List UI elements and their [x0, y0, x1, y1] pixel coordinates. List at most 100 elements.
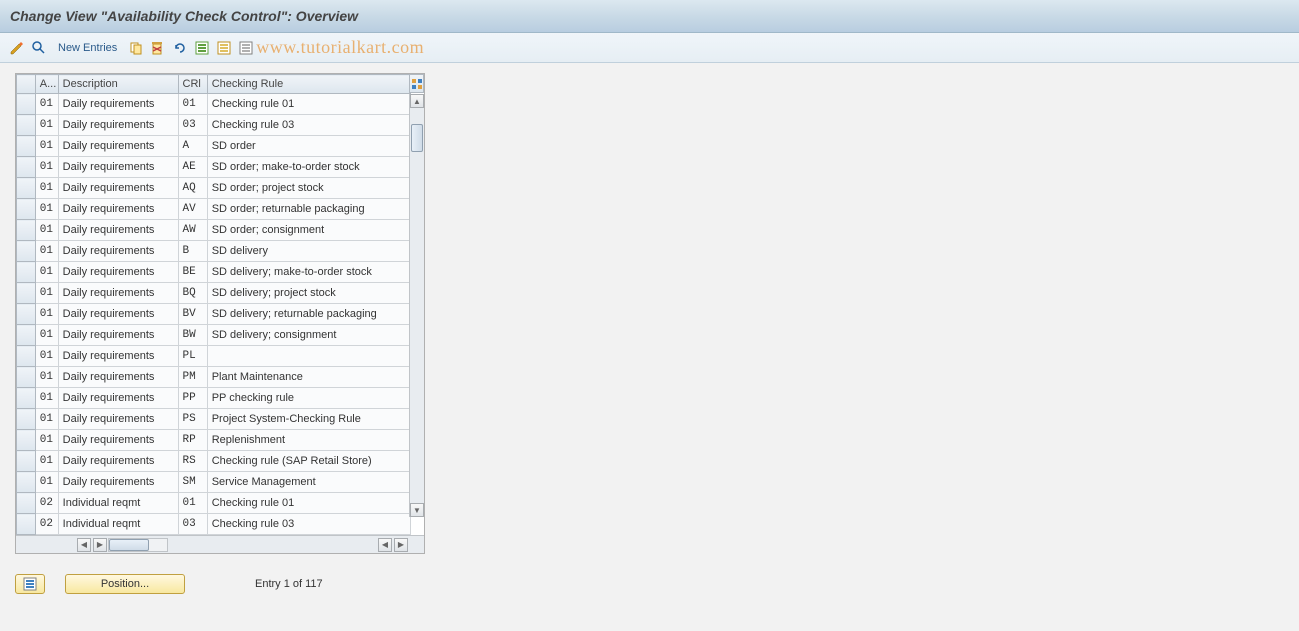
cell-a[interactable]: 01 — [35, 262, 58, 283]
cell-checking-rule[interactable]: SD order; consignment — [207, 220, 410, 241]
cell-description[interactable]: Daily requirements — [58, 115, 178, 136]
cell-description[interactable]: Daily requirements — [58, 94, 178, 115]
cell-crl[interactable]: 01 — [178, 94, 207, 115]
row-selector[interactable] — [17, 325, 36, 346]
cell-checking-rule[interactable]: SD delivery — [207, 241, 410, 262]
new-entries-button[interactable]: New Entries — [52, 42, 123, 54]
cell-checking-rule[interactable] — [207, 346, 410, 367]
cell-crl[interactable]: 03 — [178, 514, 207, 535]
cell-checking-rule[interactable]: SD order; project stock — [207, 178, 410, 199]
cell-crl[interactable]: BQ — [178, 283, 207, 304]
cell-a[interactable]: 02 — [35, 493, 58, 514]
cell-crl[interactable]: 03 — [178, 115, 207, 136]
column-header-description[interactable]: Description — [58, 75, 178, 94]
cell-a[interactable]: 01 — [35, 388, 58, 409]
cell-checking-rule[interactable]: PP checking rule — [207, 388, 410, 409]
cell-a[interactable]: 01 — [35, 178, 58, 199]
row-selector[interactable] — [17, 115, 36, 136]
cell-checking-rule[interactable]: SD delivery; make-to-order stock — [207, 262, 410, 283]
table-row[interactable]: 01Daily requirementsBWSD delivery; consi… — [17, 325, 411, 346]
cell-a[interactable]: 01 — [35, 199, 58, 220]
cell-crl[interactable]: BE — [178, 262, 207, 283]
cell-a[interactable]: 01 — [35, 136, 58, 157]
cell-description[interactable]: Individual reqmt — [58, 514, 178, 535]
cell-checking-rule[interactable]: Checking rule 03 — [207, 514, 410, 535]
cell-checking-rule[interactable]: Checking rule 01 — [207, 493, 410, 514]
table-settings-icon[interactable] — [409, 74, 424, 93]
select-block-icon[interactable] — [215, 39, 233, 57]
row-selector[interactable] — [17, 241, 36, 262]
cell-checking-rule[interactable]: SD delivery; project stock — [207, 283, 410, 304]
table-row[interactable]: 01Daily requirementsBQSD delivery; proje… — [17, 283, 411, 304]
cell-crl[interactable]: RS — [178, 451, 207, 472]
cell-checking-rule[interactable]: SD order — [207, 136, 410, 157]
row-selector[interactable] — [17, 346, 36, 367]
cell-a[interactable]: 01 — [35, 241, 58, 262]
cell-a[interactable]: 01 — [35, 451, 58, 472]
row-selector[interactable] — [17, 304, 36, 325]
cell-description[interactable]: Daily requirements — [58, 178, 178, 199]
cell-crl[interactable]: PP — [178, 388, 207, 409]
scroll-down-button[interactable]: ▼ — [410, 503, 424, 517]
details-icon[interactable] — [30, 39, 48, 57]
cell-description[interactable]: Daily requirements — [58, 283, 178, 304]
cell-a[interactable]: 02 — [35, 514, 58, 535]
row-selector[interactable] — [17, 220, 36, 241]
cell-description[interactable]: Individual reqmt — [58, 493, 178, 514]
table-row[interactable]: 01Daily requirementsPSProject System-Che… — [17, 409, 411, 430]
row-selector[interactable] — [17, 451, 36, 472]
column-header-crl[interactable]: CRl — [178, 75, 207, 94]
cell-description[interactable]: Daily requirements — [58, 220, 178, 241]
hscroll-track[interactable] — [108, 538, 168, 552]
hscroll-thumb[interactable] — [109, 539, 149, 551]
cell-crl[interactable]: 01 — [178, 493, 207, 514]
cell-description[interactable]: Daily requirements — [58, 451, 178, 472]
cell-description[interactable]: Daily requirements — [58, 157, 178, 178]
cell-description[interactable]: Daily requirements — [58, 262, 178, 283]
table-row[interactable]: 01Daily requirementsAESD order; make-to-… — [17, 157, 411, 178]
cell-a[interactable]: 01 — [35, 472, 58, 493]
cell-crl[interactable]: PS — [178, 409, 207, 430]
toggle-display-change-icon[interactable] — [8, 39, 26, 57]
cell-crl[interactable]: A — [178, 136, 207, 157]
table-row[interactable]: 01Daily requirementsPL — [17, 346, 411, 367]
cell-a[interactable]: 01 — [35, 283, 58, 304]
cell-crl[interactable]: SM — [178, 472, 207, 493]
select-all-icon[interactable] — [193, 39, 211, 57]
cell-crl[interactable]: BV — [178, 304, 207, 325]
table-row[interactable]: 01Daily requirementsRPReplenishment — [17, 430, 411, 451]
deselect-all-icon[interactable] — [237, 39, 255, 57]
cell-checking-rule[interactable]: Plant Maintenance — [207, 367, 410, 388]
scroll-thumb[interactable] — [411, 124, 423, 152]
cell-description[interactable]: Daily requirements — [58, 136, 178, 157]
cell-a[interactable]: 01 — [35, 220, 58, 241]
cell-description[interactable]: Daily requirements — [58, 241, 178, 262]
cell-crl[interactable]: RP — [178, 430, 207, 451]
column-header-a[interactable]: A... — [35, 75, 58, 94]
table-row[interactable]: 01Daily requirementsBSD delivery — [17, 241, 411, 262]
row-selector[interactable] — [17, 94, 36, 115]
cell-a[interactable]: 01 — [35, 346, 58, 367]
delete-icon[interactable] — [149, 39, 167, 57]
table-row[interactable]: 01Daily requirementsAWSD order; consignm… — [17, 220, 411, 241]
scroll-up-button[interactable]: ▲ — [410, 94, 424, 108]
cell-a[interactable]: 01 — [35, 115, 58, 136]
row-selector[interactable] — [17, 178, 36, 199]
table-row[interactable]: 01Daily requirementsAVSD order; returnab… — [17, 199, 411, 220]
cell-description[interactable]: Daily requirements — [58, 325, 178, 346]
cell-crl[interactable]: PM — [178, 367, 207, 388]
row-selector[interactable] — [17, 493, 36, 514]
table-row[interactable]: 01Daily requirementsPMPlant Maintenance — [17, 367, 411, 388]
row-selector[interactable] — [17, 514, 36, 535]
row-selector[interactable] — [17, 157, 36, 178]
cell-description[interactable]: Daily requirements — [58, 346, 178, 367]
row-selector[interactable] — [17, 136, 36, 157]
table-row[interactable]: 01Daily requirementsASD order — [17, 136, 411, 157]
cell-description[interactable]: Daily requirements — [58, 199, 178, 220]
row-selector[interactable] — [17, 430, 36, 451]
undo-change-icon[interactable] — [171, 39, 189, 57]
cell-a[interactable]: 01 — [35, 325, 58, 346]
cell-checking-rule[interactable]: SD order; returnable packaging — [207, 199, 410, 220]
cell-crl[interactable]: AW — [178, 220, 207, 241]
hscroll-left-button-2[interactable]: ◀ — [378, 538, 392, 552]
